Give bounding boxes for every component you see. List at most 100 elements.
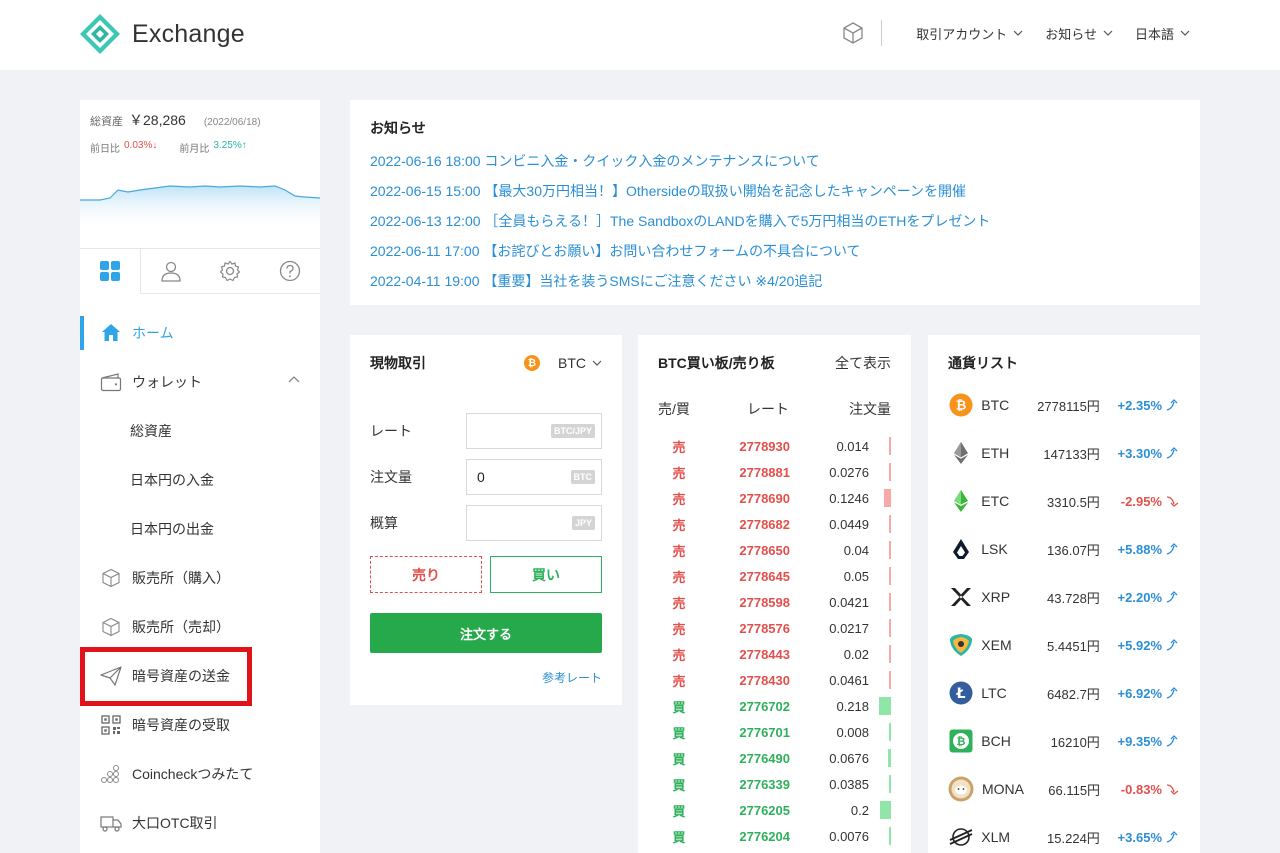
reference-rate-link[interactable]: 参考レート: [542, 669, 602, 686]
currency-change: -2.95%: [1120, 493, 1162, 509]
buy-button[interactable]: 買い: [490, 556, 602, 593]
order-rate: 2778682: [739, 516, 790, 532]
currency-price: 15.224円: [1047, 830, 1100, 846]
trend-down-icon: [1166, 495, 1180, 507]
col-side: 売/買: [658, 401, 690, 417]
sidebar-item-jpy-withdraw[interactable]: 日本円の出金: [80, 504, 320, 553]
sidebar-item-tsumitate[interactable]: Coincheckつみたて: [80, 749, 320, 798]
sell-button[interactable]: 売り: [370, 556, 482, 593]
order-book-row[interactable]: 売 2778690 0.1246: [658, 485, 891, 511]
sidebar-item-buy[interactable]: 販売所（購入）: [80, 553, 320, 602]
bitcoin-icon: ₿: [524, 355, 540, 371]
sidebar-item-receive-crypto[interactable]: 暗号資産の受取: [80, 700, 320, 749]
asset-sparkline: [80, 185, 320, 230]
notice-link[interactable]: 2022-04-11 19:00 【重要】当社を装うSMSにご注意ください ※4…: [370, 271, 1180, 289]
sidebar-item-sell[interactable]: 販売所（売却）: [80, 602, 320, 651]
order-book-row[interactable]: 買 2776701 0.008: [658, 719, 891, 745]
order-book-row[interactable]: 売 2778650 0.04: [658, 537, 891, 563]
currency-symbol: XLM: [981, 829, 1011, 845]
currency-symbol: BCH: [981, 733, 1011, 749]
currency-row[interactable]: ₿ BTC 2778115円 +2.35%: [948, 381, 1180, 429]
order-rate: 2776204: [739, 828, 790, 844]
currency-row[interactable]: LSK 136.07円 +5.88%: [948, 525, 1180, 573]
sidebar-item-label: ウォレット: [132, 373, 202, 390]
order-book-row[interactable]: 売 2778881 0.0276: [658, 459, 891, 485]
amount-label: 注文量: [370, 469, 412, 485]
notice-link[interactable]: 2022-06-15 15:00 【最大30万円相当！】Othersideの取扱…: [370, 181, 1180, 199]
cube-icon[interactable]: [841, 21, 865, 45]
depth-bar: [889, 515, 891, 533]
sidebar-nav: ホーム ウォレット 総資産 日本円の入金 日本円の出金 販売所（購入） 販売所（…: [80, 308, 320, 847]
bitcoin-cash-icon: ₿: [948, 728, 973, 754]
currency-change: +2.35%: [1117, 397, 1162, 413]
currency-row[interactable]: ETC 3310.5円 -2.95%: [948, 477, 1180, 525]
sidebar-item-total-assets[interactable]: 総資産: [80, 406, 320, 455]
depth-bar: [889, 567, 891, 585]
currency-row[interactable]: XLM 15.224円 +3.65%: [948, 813, 1180, 853]
help-icon: [279, 260, 301, 282]
pair-selector[interactable]: ₿ BTC: [524, 355, 602, 371]
sidebar-item-label: 販売所（売却）: [132, 618, 230, 635]
order-side: 買: [672, 751, 686, 767]
order-book-row[interactable]: 売 2778443 0.02: [658, 641, 891, 667]
order-side: 売: [672, 543, 686, 559]
order-book-row[interactable]: 買 2776490 0.0676: [658, 745, 891, 771]
order-book-row[interactable]: 売 2778682 0.0449: [658, 511, 891, 537]
order-book-row[interactable]: 売 2778598 0.0421: [658, 589, 891, 615]
sidebar-item-home[interactable]: ホーム: [80, 308, 320, 357]
litecoin-icon: Ł: [948, 680, 973, 706]
order-book-row[interactable]: 買 2776204 0.0076: [658, 823, 891, 849]
currency-row[interactable]: ETH 147133円 +3.30%: [948, 429, 1180, 477]
sidebar: 総資産 ￥28,286 (2022/06/18) 前日比 0.03%↓ 前月比 …: [80, 100, 320, 853]
menu-language[interactable]: 日本語: [1135, 24, 1190, 43]
tab-dashboard[interactable]: [80, 249, 141, 294]
depth-bar: [880, 801, 891, 819]
menu-notices[interactable]: お知らせ: [1045, 24, 1113, 43]
currency-price: 3310.5円: [1047, 494, 1100, 510]
sidebar-item-otc[interactable]: 大口OTC取引: [80, 798, 320, 847]
amount-input[interactable]: 0 BTC: [466, 459, 602, 495]
notice-link[interactable]: 2022-06-11 17:00 【お詫びとお願い】お問い合わせフォームの不具合…: [370, 241, 1180, 259]
home-icon: [102, 323, 120, 341]
logo[interactable]: Exchange: [80, 14, 245, 54]
daily-change-value: 0.03%↓: [124, 140, 158, 151]
user-icon: [160, 261, 181, 282]
rate-input[interactable]: BTC/JPY: [466, 413, 602, 449]
sidebar-item-send-crypto[interactable]: 暗号資産の送金: [80, 651, 320, 700]
order-book-row[interactable]: 売 2778430 0.0461: [658, 667, 891, 693]
order-book-row[interactable]: 買 2776205 0.2: [658, 797, 891, 823]
notice-link[interactable]: 2022-06-16 18:00 コンビニ入金・クイック入金のメンテナンスについ…: [370, 151, 1180, 169]
order-amount: 0.0217: [829, 620, 869, 636]
tab-help[interactable]: [260, 249, 320, 293]
order-book-row[interactable]: 買 2776702 0.218: [658, 693, 891, 719]
estimate-input[interactable]: JPY: [466, 505, 602, 541]
chevron-up-icon[interactable]: [288, 374, 300, 386]
order-book-row[interactable]: 売 2778930 0.014: [658, 433, 891, 459]
unit-badge: BTC/JPY: [550, 424, 595, 438]
menu-trade-account[interactable]: 取引アカウント: [916, 24, 1023, 43]
sidebar-item-wallet[interactable]: ウォレット: [80, 357, 320, 406]
currency-row[interactable]: ₿ BCH 16210円 +9.35%: [948, 717, 1180, 765]
currency-row[interactable]: XEM 5.4451円 +5.92%: [948, 621, 1180, 669]
tab-settings[interactable]: [201, 249, 261, 293]
sidebar-item-jpy-deposit[interactable]: 日本円の入金: [80, 455, 320, 504]
lisk-icon: [948, 536, 973, 562]
order-book-row[interactable]: 売 2778576 0.0217: [658, 615, 891, 641]
currency-row[interactable]: XRP 43.728円 +2.20%: [948, 573, 1180, 621]
order-amount: 0.218: [836, 698, 869, 714]
notice-link[interactable]: 2022-06-13 12:00 ［全員もらえる！］The SandboxのLA…: [370, 211, 1180, 229]
order-book-row[interactable]: 売 2778645 0.05: [658, 563, 891, 589]
currency-symbol: ETH: [981, 445, 1010, 461]
spot-trade-panel: 現物取引 ₿ BTC レート BTC/JPY 注文量 0 BTC 概算 JPY …: [350, 335, 622, 705]
currency-row[interactable]: MONA 66.115円 -0.83%: [948, 765, 1180, 813]
order-book-row[interactable]: 買 2776339 0.0385: [658, 771, 891, 797]
order-rate: 2778930: [739, 438, 790, 454]
order-amount: 0.04: [843, 542, 869, 558]
place-order-button[interactable]: 注文する: [370, 613, 602, 653]
order-amount: 0.0385: [829, 776, 869, 792]
currency-row[interactable]: Ł LTC 6482.7円 +6.92%: [948, 669, 1180, 717]
order-amount: 0.008: [836, 724, 869, 740]
estimate-label: 概算: [370, 515, 398, 531]
tab-account[interactable]: [141, 249, 201, 293]
show-all-link[interactable]: 全て表示: [835, 353, 891, 373]
